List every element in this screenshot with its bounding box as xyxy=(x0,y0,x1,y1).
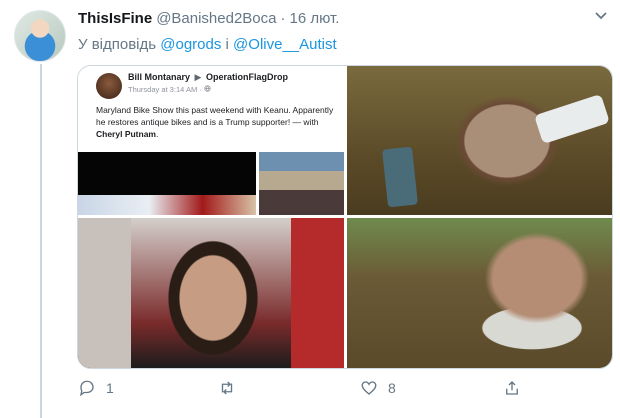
fb-text-body: Maryland Bike Show this past weekend wit… xyxy=(96,105,334,127)
reply-mention-1[interactable]: @ogrods xyxy=(160,36,221,53)
media-image-buried-face[interactable] xyxy=(347,66,612,215)
fb-photo-dark xyxy=(78,152,256,215)
user-handle[interactable]: @Banished2Boca xyxy=(156,10,276,27)
tweet-actions: 1 8 xyxy=(78,377,518,399)
fb-avatar xyxy=(96,73,122,99)
share-button[interactable] xyxy=(503,377,521,399)
cloth-shape xyxy=(534,93,610,145)
retweet-button[interactable] xyxy=(218,377,246,399)
avatar[interactable] xyxy=(14,10,66,62)
like-count: 8 xyxy=(388,380,396,396)
media-image-portrait[interactable] xyxy=(78,218,344,368)
retweet-icon xyxy=(221,381,233,395)
share-icon xyxy=(506,381,518,395)
phone-shape xyxy=(382,146,418,208)
fb-text-end: . xyxy=(156,129,159,139)
display-name[interactable]: ThisIsFine xyxy=(78,10,152,27)
media-grid[interactable]: Bill Montanary ▶ OperationFlagDrop Thurs… xyxy=(77,65,613,369)
fb-arrow: ▶ xyxy=(194,72,202,82)
timestamp[interactable]: 16 лют. xyxy=(290,10,340,27)
like-icon xyxy=(361,381,377,395)
fb-timestamp: Thursday at 3:14 AM · xyxy=(128,85,211,94)
chevron-down-icon[interactable] xyxy=(594,8,608,27)
reply-button[interactable]: 1 xyxy=(78,377,114,399)
fb-photo-thumb xyxy=(259,152,344,215)
thread-line xyxy=(40,64,42,418)
reply-context: У відповідь @ogrods і @Olive__Autist xyxy=(78,36,337,53)
like-button[interactable]: 8 xyxy=(360,377,396,399)
reply-mention-2[interactable]: @Olive__Autist xyxy=(233,36,337,53)
media-image-facebook-post[interactable]: Bill Montanary ▶ OperationFlagDrop Thurs… xyxy=(78,66,344,215)
fb-tagged: Cheryl Putnam xyxy=(96,129,156,139)
reply-icon xyxy=(79,380,94,397)
fb-time-text: Thursday at 3:14 AM · xyxy=(128,85,204,94)
tweet-header: ThisIsFine @Banished2Boca · 16 лют. xyxy=(78,10,339,27)
fb-author-line: Bill Montanary ▶ OperationFlagDrop xyxy=(128,72,288,83)
media-image-gagged-face[interactable] xyxy=(347,218,612,368)
fb-post-text: Maryland Bike Show this past weekend wit… xyxy=(96,104,336,140)
reply-prefix: У відповідь xyxy=(78,36,157,53)
fb-author: Bill Montanary xyxy=(128,72,191,82)
fb-group: OperationFlagDrop xyxy=(205,72,288,82)
globe-icon xyxy=(204,85,211,92)
reply-joiner: і xyxy=(225,36,229,53)
separator: · xyxy=(280,10,286,27)
reply-count: 1 xyxy=(106,380,114,396)
